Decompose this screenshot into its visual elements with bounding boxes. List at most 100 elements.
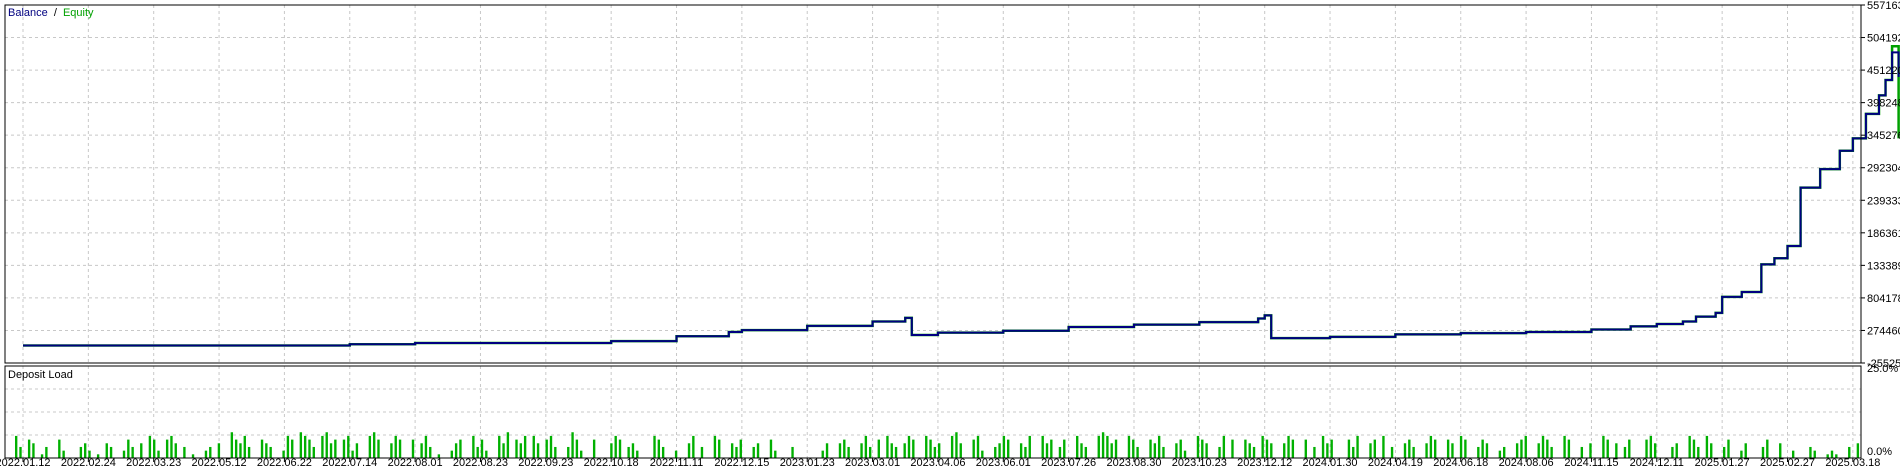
deposit-load-bar bbox=[230, 432, 234, 458]
deposit-load-bar bbox=[1265, 439, 1269, 458]
x-tick-label: 2023.03.01 bbox=[845, 457, 900, 468]
deposit-load-bar bbox=[1649, 435, 1653, 458]
deposit-load-bar bbox=[148, 435, 152, 458]
x-tick-label: 2022.03.23 bbox=[126, 457, 181, 468]
deposit-load-bar bbox=[32, 443, 35, 458]
deposit-load-bar bbox=[1248, 443, 1251, 458]
x-tick-label: 2024.06.18 bbox=[1433, 457, 1488, 468]
x-tick-label: 2023.04.06 bbox=[910, 457, 965, 468]
deposit-load-bar bbox=[1856, 443, 1860, 458]
deposit-load-bar bbox=[1291, 439, 1295, 458]
deposit-load-bar bbox=[972, 439, 975, 458]
deposit-load-bar bbox=[1041, 435, 1044, 458]
deposit-load-bar bbox=[420, 443, 423, 458]
deposit-load-bar bbox=[1429, 435, 1433, 458]
deposit-load-bar bbox=[1766, 439, 1769, 458]
deposit-load-bar bbox=[1485, 443, 1489, 458]
deposit-load-bar bbox=[1132, 439, 1135, 458]
deposit-load-bar bbox=[299, 432, 303, 458]
y-tick-label: 2923049 bbox=[1867, 163, 1900, 175]
deposit-load-bar bbox=[907, 435, 911, 458]
deposit-load-bar bbox=[756, 443, 760, 458]
deposit-load-bar bbox=[1127, 435, 1131, 458]
deposit-load-bar bbox=[424, 435, 428, 458]
deposit-load-bar bbox=[368, 435, 372, 458]
x-tick-label: 2022.08.23 bbox=[453, 457, 508, 468]
deposit-load-bar bbox=[1101, 432, 1105, 458]
deposit-load-bar bbox=[592, 439, 596, 458]
deposit-load-bar bbox=[1149, 439, 1152, 458]
deposit-load-bar bbox=[549, 435, 553, 458]
deposit-load-bar bbox=[1481, 439, 1484, 458]
deposit-load-bar bbox=[950, 435, 954, 458]
deposit-load-bar bbox=[1403, 443, 1407, 458]
deposit-load-bar bbox=[938, 443, 941, 458]
deposit-load-bar bbox=[1373, 439, 1376, 458]
deposit-load-bar bbox=[329, 443, 333, 458]
deposit-load-bar bbox=[1114, 439, 1118, 458]
deposit-load-bar bbox=[1688, 435, 1691, 458]
deposit-load-bar bbox=[1076, 435, 1079, 458]
deposit-load-bar bbox=[739, 439, 742, 458]
deposit-load-bar bbox=[860, 443, 863, 458]
deposit-load-bar bbox=[1408, 439, 1411, 458]
deposit-load-bar bbox=[1356, 435, 1359, 458]
legend-equity: Equity bbox=[63, 7, 94, 19]
y-tick-label: 274460 bbox=[1867, 325, 1900, 337]
deposit-load-bar bbox=[1464, 439, 1467, 458]
deposit-load-bar bbox=[372, 432, 376, 458]
deposit-load-bar bbox=[1446, 439, 1450, 458]
deposit-load-bar bbox=[308, 439, 311, 458]
deposit-load-bar bbox=[1606, 439, 1609, 458]
x-tick-label: 2024.11.15 bbox=[1564, 457, 1618, 468]
deposit-load-bar bbox=[183, 446, 186, 458]
x-tick-label: 2023.08.30 bbox=[1106, 457, 1161, 468]
lower-panel-title: Deposit Load bbox=[8, 369, 73, 381]
deposit-load-bar bbox=[1705, 435, 1709, 458]
deposit-load-bar bbox=[1628, 439, 1631, 458]
deposit-load-bar bbox=[325, 432, 328, 458]
deposit-load-bar bbox=[394, 435, 397, 458]
deposit-load-bar bbox=[1097, 435, 1100, 458]
x-tick-label: 2022.09.23 bbox=[518, 457, 573, 468]
x-tick-label: 2022.01.12 bbox=[0, 457, 51, 468]
deposit-load-bar bbox=[1050, 439, 1053, 458]
deposit-load-bar bbox=[127, 439, 130, 458]
x-tick-label: 2022.07.14 bbox=[322, 457, 377, 468]
deposit-load-bar bbox=[312, 446, 315, 458]
deposit-load-bar bbox=[342, 439, 346, 458]
deposit-load-bar bbox=[877, 439, 880, 458]
deposit-load-bar bbox=[153, 439, 156, 458]
deposit-load-bar bbox=[1369, 443, 1372, 458]
deposit-load-bar bbox=[718, 439, 721, 458]
deposit-load-bar bbox=[653, 435, 656, 458]
deposit-load-bar bbox=[377, 439, 380, 458]
deposit-load-bar bbox=[411, 439, 415, 458]
y-tick-label: 804178 bbox=[1867, 293, 1900, 305]
deposit-load-bar bbox=[265, 443, 268, 458]
deposit-load-bar bbox=[1653, 443, 1657, 458]
x-tick-label: 2025.03.18 bbox=[1825, 457, 1880, 468]
deposit-load-bar bbox=[170, 435, 173, 458]
deposit-load-bar bbox=[234, 439, 238, 458]
deposit-load-bar bbox=[1270, 443, 1273, 458]
deposit-load-bar bbox=[903, 443, 906, 458]
deposit-load-bar bbox=[1196, 435, 1200, 458]
deposit-load-bar bbox=[140, 443, 143, 458]
deposit-load-bar bbox=[291, 439, 294, 458]
deposit-load-bar bbox=[1283, 443, 1286, 458]
deposit-load-bar bbox=[825, 443, 829, 458]
deposit-load-bar bbox=[1675, 443, 1678, 458]
deposit-load-bar bbox=[864, 435, 868, 458]
deposit-load-bar bbox=[1520, 439, 1523, 458]
deposit-load-bar bbox=[886, 435, 889, 458]
deposit-load-bar bbox=[998, 443, 1001, 458]
deposit-load-bar bbox=[1434, 439, 1437, 458]
deposit-load-bar bbox=[347, 435, 350, 458]
deposit-load-bar bbox=[502, 443, 505, 458]
deposit-load-bar bbox=[1205, 443, 1208, 458]
deposit-load-bar bbox=[1063, 439, 1066, 458]
deposit-load-bar bbox=[1175, 443, 1178, 458]
deposit-load-bar bbox=[1459, 435, 1463, 458]
deposit-load-bar bbox=[1515, 443, 1519, 458]
